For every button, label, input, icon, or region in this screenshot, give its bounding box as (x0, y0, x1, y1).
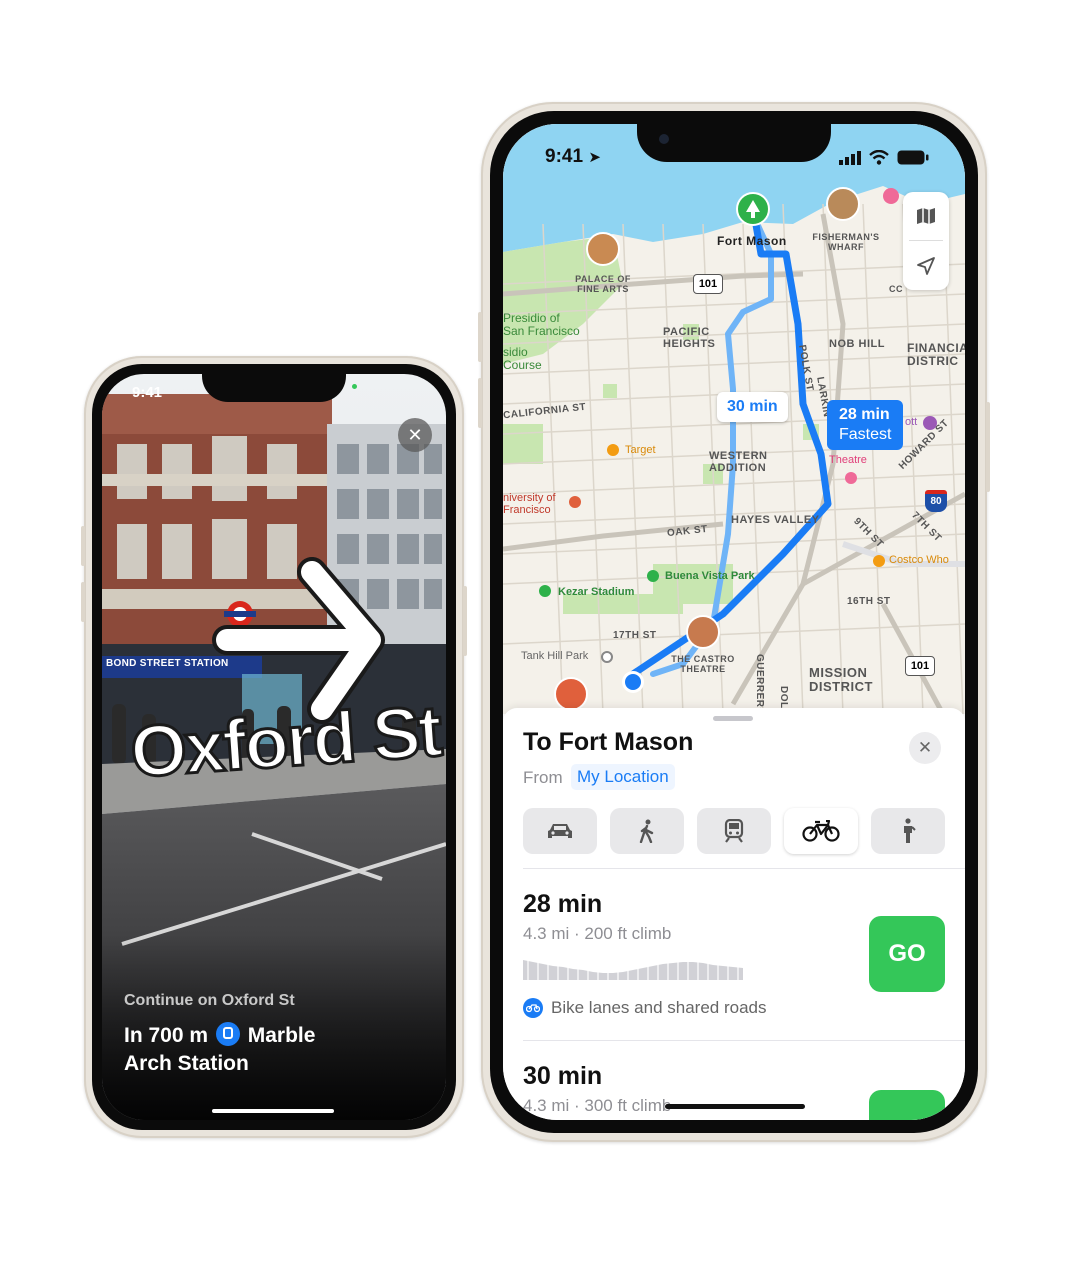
go-button-route-2[interactable] (869, 1090, 945, 1120)
volume-up-button (81, 526, 85, 566)
destination-line1: Marble (247, 1024, 316, 1047)
label-cc: CC (889, 284, 903, 294)
route-2-time: 30 min (523, 1062, 603, 1090)
controls-divider (909, 240, 943, 241)
ar-notch (202, 374, 346, 402)
mode-rideshare-button[interactable] (871, 808, 945, 854)
close-ar-button[interactable]: ✕ (398, 418, 432, 452)
label-ott: ott (905, 416, 918, 428)
mode-walk-button[interactable] (610, 808, 684, 854)
go-button-route-1[interactable]: GO (869, 916, 945, 992)
front-camera (659, 134, 669, 144)
power-button (463, 586, 467, 656)
map-controls (903, 192, 949, 290)
mode-drive-button[interactable] (523, 808, 597, 854)
label-pacific-heights: PACIFIC HEIGHTS (663, 326, 716, 350)
location-services-icon: ➤ (588, 149, 601, 166)
map-mode-button[interactable] (903, 192, 949, 240)
label-16th-st: 16TH ST (847, 596, 891, 607)
ar-screen: 9:41 ✕ BOND STREET STATION Oxford St Con… (102, 374, 446, 1120)
transit-icon (724, 819, 744, 843)
from-value-link[interactable]: My Location (571, 764, 675, 790)
route-1-note-text: Bike lanes and shared roads (551, 998, 767, 1017)
label-palace-fine-arts: PALACE OF FINE ARTS (575, 274, 631, 294)
maps-status-time: 9:41 ➤ (545, 146, 601, 167)
home-indicator[interactable] (212, 1109, 334, 1113)
divider (523, 1040, 965, 1041)
location-arrow-icon (917, 257, 935, 275)
car-icon (548, 824, 572, 838)
route-1-note: Bike lanes and shared roads (523, 998, 766, 1018)
route-1-detail: 4.3 mi · 200 ft climb (523, 924, 672, 943)
label-hayes-valley: HAYES VALLEY (731, 514, 820, 526)
volume-up-button-right (478, 312, 482, 362)
label-nob-hill: NOB HILL (829, 338, 885, 350)
label-presidio-golf: sidio Course (503, 345, 542, 372)
from-label: From (523, 768, 563, 787)
label-costco: Costco Who (889, 554, 949, 566)
route-option-1[interactable]: 28 min 4.3 mi · 200 ft climb Bike lanes … (503, 870, 965, 1040)
map-icon (917, 208, 935, 224)
label-fort-mason: Fort Mason (717, 234, 787, 248)
route-2-detail: 4.3 mi · 300 ft climb (523, 1096, 672, 1115)
label-tank-hill: Tank Hill Park (521, 650, 589, 662)
next-step: In 700 m Marble Arch Station (124, 1022, 315, 1078)
station-sign: BOND STREET STATION (106, 658, 229, 669)
close-icon: ✕ (917, 738, 933, 757)
camera-indicator-dot (352, 384, 357, 389)
locate-button[interactable] (903, 242, 949, 290)
home-indicator-right[interactable] (665, 1104, 805, 1109)
label-17th-st: 17TH ST (613, 630, 657, 641)
label-fishermans-wharf: FISHERMAN'S WHARF (812, 232, 880, 252)
elevation-chart (523, 954, 743, 980)
label-buena-vista: Buena Vista Park (665, 570, 755, 582)
interstate-80-shield: 80 (925, 490, 947, 512)
label-theatre: Theatre (829, 454, 867, 466)
highway-101-shield-top: 101 (693, 274, 723, 294)
label-financial-district: FINANCIA DISTRIC (907, 341, 965, 368)
divider (523, 868, 965, 869)
label-target: Target (625, 444, 656, 456)
fastest-route-tag: Fastest (839, 426, 892, 443)
route-1-time: 28 min (523, 890, 603, 918)
status-icons (839, 150, 935, 166)
alt-route-callout[interactable]: 30 min (717, 392, 788, 422)
battery-icon (897, 150, 929, 165)
rideshare-icon (904, 818, 916, 843)
destination-line2: Arch Station (124, 1052, 249, 1075)
maps-phone: 101 101 80 Fort Mason FISHERMAN'S WHARF … (478, 102, 990, 1142)
label-mission-district: MISSION DISTRICT (809, 665, 873, 694)
ar-status-time: 9:41 (132, 384, 163, 401)
volume-down-button-right (478, 378, 482, 428)
fastest-route-callout[interactable]: 28 min Fastest (827, 400, 904, 450)
directions-sheet: To Fort Mason ✕ From My Location 28 min … (503, 708, 965, 1120)
bike-icon (802, 820, 840, 842)
ar-phone: 9:41 ✕ BOND STREET STATION Oxford St Con… (81, 356, 467, 1138)
label-univ-sf: niversity of Francisco (503, 492, 556, 516)
bike-lane-icon (523, 998, 543, 1018)
label-presidio: Presidio of San Francisco (503, 311, 580, 338)
transport-mode-picker (523, 808, 945, 854)
label-kezar: Kezar Stadium (558, 586, 635, 598)
power-button-right (986, 402, 990, 492)
volume-down-button (81, 582, 85, 622)
distance-text: In 700 m (124, 1024, 209, 1047)
maps-notch (637, 124, 831, 162)
mode-transit-button[interactable] (697, 808, 771, 854)
signal-icon (839, 151, 861, 165)
close-icon: ✕ (407, 424, 423, 445)
label-western-addition: WESTERN ADDITION (709, 450, 768, 474)
train-icon (215, 1022, 240, 1046)
mode-bike-button[interactable] (784, 808, 858, 854)
instruction-text: Continue on Oxford St (124, 992, 295, 1009)
sheet-grabber[interactable] (713, 716, 753, 721)
highway-101-shield-bottom: 101 (905, 656, 935, 676)
wifi-icon (869, 150, 889, 165)
label-castro-theatre: THE CASTRO THEATRE (671, 654, 735, 674)
close-sheet-button[interactable]: ✕ (909, 732, 941, 764)
fastest-route-time: 28 min (839, 406, 890, 423)
maps-screen: 101 101 80 Fort Mason FISHERMAN'S WHARF … (503, 124, 965, 1120)
walk-icon (639, 819, 654, 843)
sheet-title: To Fort Mason (523, 728, 694, 756)
